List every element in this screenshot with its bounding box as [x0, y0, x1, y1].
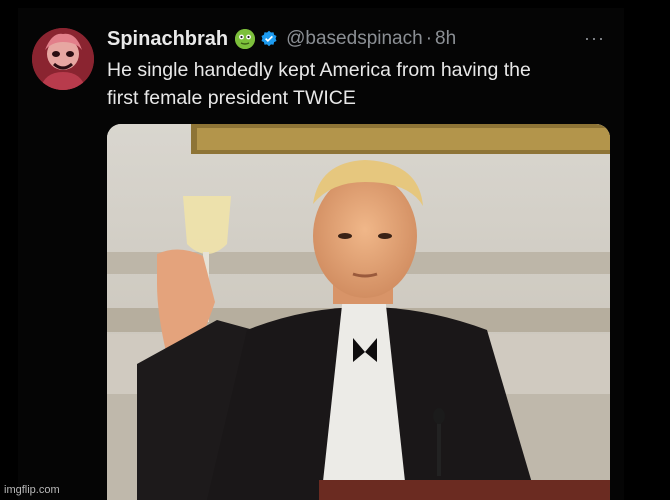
green-face-emoji-icon: [235, 29, 256, 49]
profile-avatar[interactable]: [32, 28, 94, 90]
watermark-text: imgflip.com: [4, 484, 60, 496]
photo-illustration: [107, 124, 610, 500]
tweet-text-line: first female president TWICE: [107, 87, 356, 109]
user-handle[interactable]: @basedspinach: [286, 28, 423, 50]
tweet-header: Spinachbrah @basedspinach · 8h: [107, 26, 456, 52]
header-separator: ·: [425, 28, 433, 49]
display-name[interactable]: Spinachbrah: [107, 28, 228, 51]
verified-badge-icon: [260, 30, 278, 48]
tweet-text-line: He single handedly kept America from hav…: [107, 59, 531, 81]
screenshot-frame: Spinachbrah @basedspinach · 8h ··· He si…: [0, 0, 670, 500]
avatar-image: [32, 28, 94, 90]
more-options-icon[interactable]: ···: [584, 28, 605, 49]
tweet-media-image[interactable]: [107, 124, 610, 500]
tweet-timestamp[interactable]: 8h: [435, 28, 456, 50]
tweet-text: He single handedly kept America from hav…: [107, 56, 607, 112]
